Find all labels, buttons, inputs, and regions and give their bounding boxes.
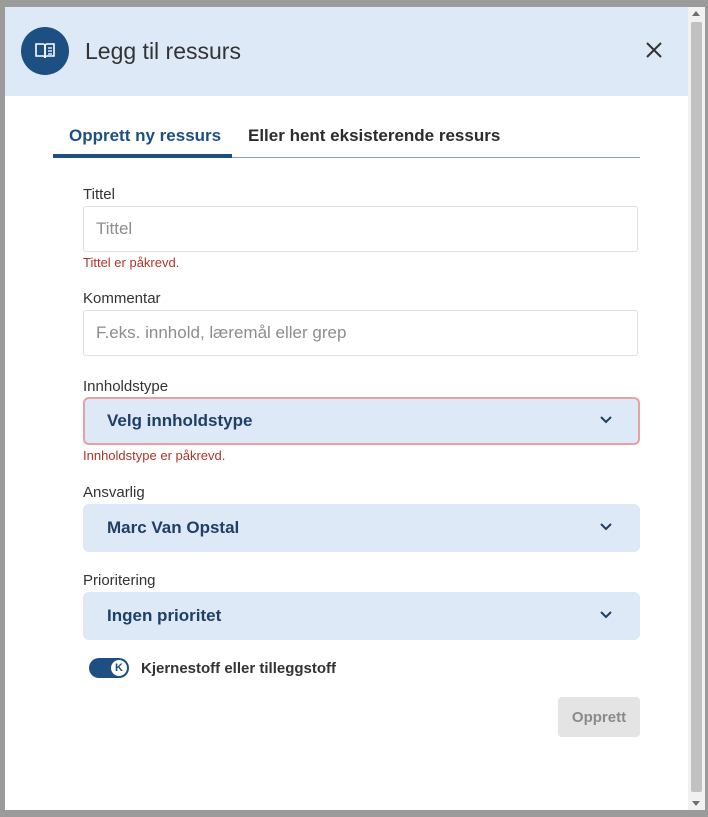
close-icon: [646, 42, 662, 58]
content-type-value: Velg innholdstype: [107, 411, 253, 430]
create-button[interactable]: Opprett: [558, 697, 640, 737]
priority-label: Prioritering: [83, 572, 156, 589]
dialog-header: Legg til ressurs: [5, 7, 688, 96]
tab-fetch-existing[interactable]: Eller hent eksisterende ressurs: [248, 125, 500, 147]
content-type-error: Innholdstype er påkrevd.: [83, 448, 226, 463]
close-button[interactable]: [641, 37, 667, 63]
book-icon: [21, 27, 69, 75]
chevron-down-icon: [600, 523, 612, 531]
toggle-knob: K: [111, 660, 127, 676]
title-input[interactable]: [83, 206, 638, 252]
toggle-label: Kjernestoff eller tilleggstoff: [141, 660, 337, 677]
scroll-down-arrow-icon[interactable]: [692, 801, 700, 806]
tab-bar: Opprett ny ressurs Eller hent eksisteren…: [53, 115, 640, 158]
responsible-value: Marc Van Opstal: [107, 518, 240, 537]
core-supplementary-toggle[interactable]: K: [89, 658, 129, 678]
scrollbar[interactable]: [688, 7, 705, 810]
comment-input[interactable]: [83, 310, 638, 356]
chevron-down-icon: [600, 611, 612, 619]
content-type-label: Innholdstype: [83, 378, 169, 395]
responsible-select[interactable]: Marc Van Opstal: [83, 504, 640, 552]
content-type-select[interactable]: Velg innholdstype: [83, 397, 640, 445]
title-label: Tittel: [83, 186, 115, 203]
tab-create-new[interactable]: Opprett ny ressurs: [69, 125, 221, 147]
dialog-title: Legg til ressurs: [85, 38, 241, 64]
scroll-thumb[interactable]: [691, 22, 702, 792]
priority-select[interactable]: Ingen prioritet: [83, 592, 640, 640]
comment-label: Kommentar: [83, 290, 161, 307]
title-error: Tittel er påkrevd.: [83, 255, 180, 270]
responsible-label: Ansvarlig: [83, 484, 145, 501]
active-tab-indicator: [53, 154, 232, 158]
priority-value: Ingen prioritet: [107, 606, 222, 625]
add-resource-dialog: Legg til ressurs Opprett ny ressurs Elle…: [5, 7, 688, 810]
chevron-down-icon: [600, 416, 612, 424]
scroll-up-arrow-icon[interactable]: [692, 11, 700, 16]
